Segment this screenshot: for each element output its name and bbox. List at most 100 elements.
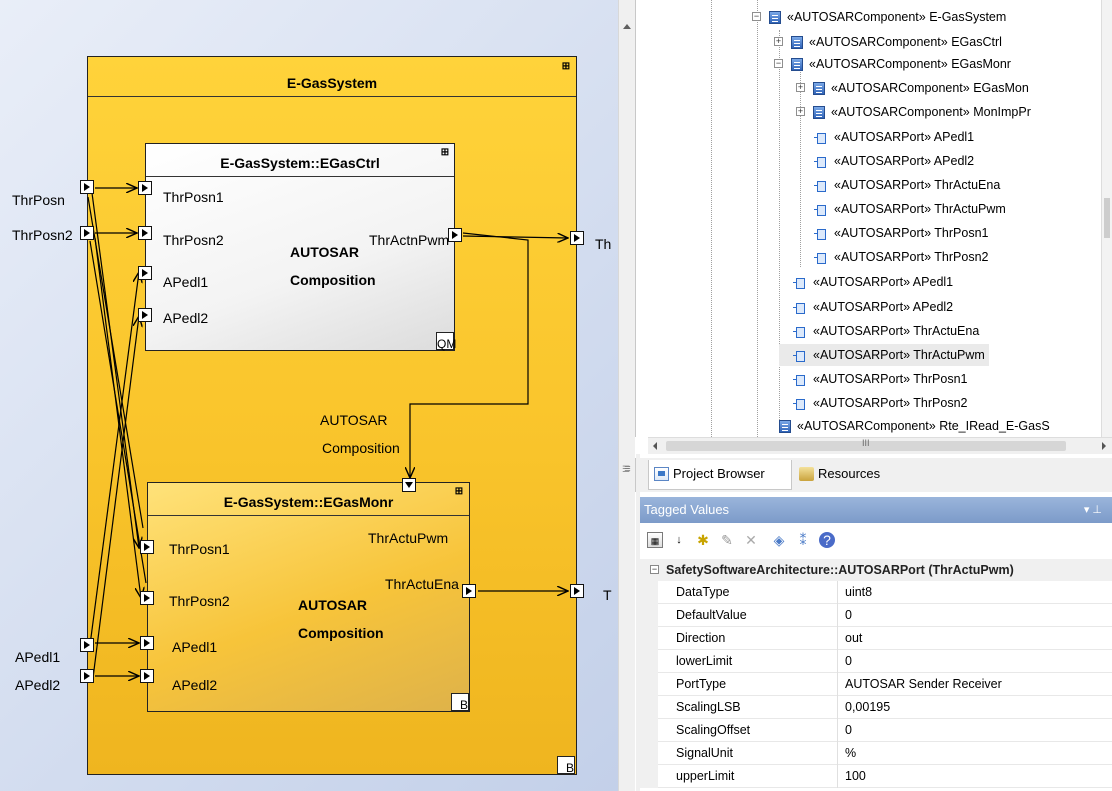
diagram-vertical-scrollbar[interactable]: ☰ (618, 0, 635, 791)
tree-node[interactable]: «AUTOSARPort» APedl1 (800, 126, 974, 148)
tree-node[interactable]: + «AUTOSARComponent» EGasCtrl (774, 31, 1002, 53)
asil-tag: B (451, 693, 469, 712)
ext-port-thrposn[interactable] (80, 180, 94, 194)
tree-node[interactable]: «AUTOSARPort» ThrPosn1 (800, 222, 988, 244)
monr-port-apedl1[interactable] (140, 636, 154, 650)
tree-node[interactable]: «AUTOSARPort» ThrActuEna (779, 320, 979, 342)
tree-horizontal-scrollbar[interactable]: III (648, 437, 1112, 454)
splitter-grip-icon[interactable]: ≡ (620, 454, 635, 484)
ext-port-label: Th (595, 236, 612, 252)
scroll-up-icon[interactable] (623, 24, 631, 29)
tag-row[interactable]: PortType AUTOSAR Sender Receiver (640, 673, 1112, 696)
tab-resources[interactable]: Resources (794, 460, 904, 490)
new-tag-icon[interactable]: ✱ (695, 532, 711, 548)
tab-project-browser[interactable]: Project Browser (648, 460, 792, 490)
component-icon (791, 36, 803, 50)
tree-node[interactable]: + «AUTOSARComponent» MonImpPr (796, 101, 1031, 123)
expand-icon[interactable]: + (796, 83, 805, 92)
ctrl-port-label: ThrPosn2 (163, 232, 224, 248)
ext-port-apedl2[interactable] (80, 669, 94, 683)
tree-node[interactable]: + «AUTOSARComponent» EGasMon (796, 77, 1029, 99)
filter-icon[interactable]: ⁑ (795, 532, 811, 548)
monr-port-apedl2[interactable] (140, 669, 154, 683)
tagged-values-toolbar: ▦ ↓ ✱ ✎ ✕ ◈ ⁑ ? (640, 523, 1112, 559)
tree-node[interactable]: «AUTOSARComponent» Rte_IRead_E-GasS (759, 415, 1050, 437)
monr-port-label: ThrPosn1 (169, 541, 230, 557)
monr-port-thrposn1[interactable] (140, 540, 154, 554)
tagged-values-grid[interactable]: − SafetySoftwareArchitecture::AUTOSARPor… (640, 559, 1112, 791)
panel-title: Tagged Values (644, 502, 730, 517)
categorized-view-icon[interactable]: ▦ (647, 532, 663, 548)
tree-node[interactable]: «AUTOSARPort» ThrPosn2 (779, 392, 967, 414)
ext-port-apedl1[interactable] (80, 638, 94, 652)
tree-node[interactable]: «AUTOSARPort» APedl1 (779, 271, 953, 293)
help-icon[interactable]: ? (819, 532, 835, 548)
ext-port-out-1[interactable] (570, 231, 584, 245)
ctrl-port-thrposn1[interactable] (138, 181, 152, 195)
tree-node[interactable]: «AUTOSARPort» ThrActuEna (800, 174, 1000, 196)
collapse-icon[interactable]: − (650, 565, 659, 574)
tag-row[interactable]: upperLimit 100 (640, 765, 1112, 788)
tag-icon[interactable]: ◈ (771, 532, 787, 548)
tag-group-header[interactable]: − SafetySoftwareArchitecture::AUTOSARPor… (640, 559, 1112, 581)
sort-alpha-icon[interactable]: ↓ (671, 532, 687, 548)
diagram-canvas[interactable]: E-GasSystem ⊞ B E-GasSystem::EGasCtrl ⊞ … (0, 0, 618, 791)
middle-kind-label: AUTOSAR (320, 412, 388, 428)
tree-node[interactable]: «AUTOSARPort» APedl2 (779, 296, 953, 318)
port-icon (793, 374, 807, 386)
monr-port-label: APedl1 (172, 639, 218, 655)
port-icon (793, 350, 807, 362)
scroll-thumb[interactable] (1104, 198, 1110, 238)
collapse-icon[interactable]: − (752, 12, 761, 21)
ext-port-thrposn2[interactable] (80, 226, 94, 240)
asil-tag: B (557, 756, 575, 775)
edit-icon[interactable]: ✎ (719, 532, 735, 548)
monr-port-thrposn2[interactable] (140, 591, 154, 605)
tag-row[interactable]: lowerLimit 0 (640, 650, 1112, 673)
monr-port-thractuena[interactable] (462, 584, 476, 598)
collapse-icon[interactable]: − (774, 59, 783, 68)
ext-port-label: T (603, 587, 612, 603)
tag-row[interactable]: DefaultValue 0 (640, 604, 1112, 627)
tree-node[interactable]: «AUTOSARPort» APedl2 (800, 150, 974, 172)
port-icon (814, 180, 828, 192)
tree-node[interactable]: «AUTOSARPort» ThrActuPwm (800, 198, 1006, 220)
tree-node-selected[interactable]: «AUTOSARPort» ThrActuPwm (779, 344, 989, 366)
grip-label: III (862, 438, 870, 448)
port-icon (793, 302, 807, 314)
ctrl-port-thrposn2[interactable] (138, 226, 152, 240)
monr-out-port-label: ThrActuEna (385, 576, 459, 592)
ctrl-port-label: ThrPosn1 (163, 189, 224, 205)
scroll-left-icon[interactable] (653, 442, 657, 450)
port-icon (814, 204, 828, 216)
tag-row[interactable]: DataType uint8 (640, 581, 1112, 604)
port-icon (814, 156, 828, 168)
expand-icon[interactable]: + (796, 107, 805, 116)
tag-row[interactable]: ScalingOffset 0 (640, 719, 1112, 742)
tag-row[interactable]: SignalUnit% (640, 742, 1112, 765)
scroll-right-icon[interactable] (1102, 442, 1106, 450)
tree-node[interactable]: − «AUTOSARComponent» EGasMonr (774, 53, 1011, 75)
ctrl-port-apedl1[interactable] (138, 266, 152, 280)
tag-row[interactable]: Direction out (640, 627, 1112, 650)
monr-port-label: APedl2 (172, 677, 218, 693)
monr-kind-label: Composition (298, 625, 384, 641)
composition-icon: ⊞ (561, 61, 571, 72)
ctrl-port-thractnpwm[interactable] (448, 228, 462, 242)
ext-port-out-2[interactable] (570, 584, 584, 598)
tree-node[interactable]: − «AUTOSARComponent» E-GasSystem (752, 6, 1006, 28)
tree-node[interactable]: «AUTOSARPort» ThrPosn2 (800, 246, 988, 268)
delete-icon[interactable]: ✕ (743, 532, 759, 548)
port-icon (814, 228, 828, 240)
expand-icon[interactable]: + (774, 37, 783, 46)
monr-port-input-top[interactable] (402, 478, 416, 492)
tree-node[interactable]: «AUTOSARPort» ThrPosn1 (779, 368, 967, 390)
port-icon (793, 326, 807, 338)
qm-tag: QM (436, 332, 456, 351)
tree-vertical-scrollbar[interactable] (1101, 0, 1112, 437)
tag-row[interactable]: ScalingLSB 0,00195 (640, 696, 1112, 719)
ctrl-port-apedl2[interactable] (138, 308, 152, 322)
panel-controls[interactable]: ▾ ⊥ (1084, 497, 1102, 523)
project-browser-tree[interactable]: − «AUTOSARComponent» E-GasSystem + «AUTO… (635, 0, 1112, 437)
ext-port-label: APedl2 (15, 677, 61, 693)
